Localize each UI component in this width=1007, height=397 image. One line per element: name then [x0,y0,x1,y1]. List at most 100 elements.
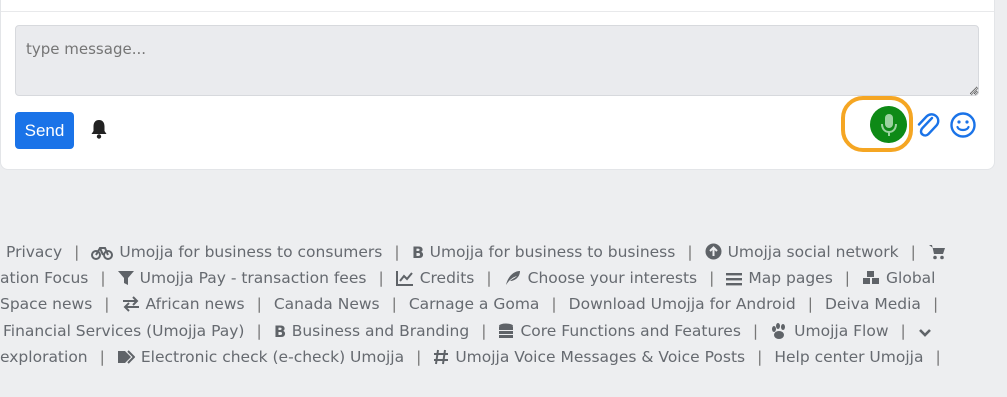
microphone-icon [880,113,897,136]
footer-link-label: Choose your interests [527,269,698,287]
chevron-down-icon [918,323,932,345]
separator: | [256,295,262,313]
footer-link[interactable]: Umojja social network [705,241,899,266]
footer-link[interactable]: exploration [0,346,88,368]
bell-icon[interactable] [89,118,109,140]
bicycle-icon [91,244,114,266]
separator: | [935,348,941,366]
footer-link-label: Global [886,269,936,287]
separator: | [481,322,487,340]
footer-link-label: Credits [419,269,475,287]
send-button[interactable]: Send [15,112,74,149]
footer-link[interactable]: Umojja Pay - transaction fees [117,267,367,292]
footer-link-label: Core Functions and Features [520,322,741,340]
separator: | [416,348,422,366]
bars-icon [726,270,743,292]
footer-link[interactable] [918,320,938,345]
footer-link-label: Download Umojja for Android [568,295,796,313]
footer-link[interactable]: Core Functions and Features [498,320,741,345]
footer-link-label: Umojja Voice Messages & Voice Posts [455,348,746,366]
coins-icon [498,323,514,345]
separator: | [394,243,400,261]
footer-link-label: Map pages [748,269,833,287]
separator: | [486,269,492,287]
footer-link[interactable] [928,241,952,266]
feather-icon [504,270,522,292]
microphone-button[interactable] [870,106,907,143]
footer-link-label: Space news [0,295,93,313]
exchange-icon [122,296,140,318]
separator: | [99,348,105,366]
separator: | [757,348,763,366]
resize-handle-icon[interactable] [969,86,979,96]
footer-link[interactable]: B Business and Branding [274,320,470,345]
tag-icon [117,349,136,371]
svg-text:B: B [412,244,424,260]
arrow-up-circle-icon [705,243,722,266]
message-input[interactable] [15,25,979,96]
footer-link-label: Umojja Pay - transaction fees [139,269,367,287]
footer-link-label: Financial Services (Umojja Pay) [3,322,245,340]
separator: | [378,269,384,287]
footer-link[interactable]: Carnage a Goma [409,293,540,315]
separator: | [932,295,939,313]
footer-link-label: Umojja social network [727,243,899,261]
footer-link[interactable]: Financial Services (Umojja Pay) [3,320,244,342]
separator: | [74,243,80,261]
separator: | [752,322,759,340]
footer-link-label: Umojja for business to business [429,243,676,261]
footer-link-label: exploration [0,348,88,366]
footer-link[interactable]: Umojja Flow [770,320,889,345]
footer-link-label: Help center Umojja [774,348,924,366]
message-composer-card: Send [0,0,995,170]
footer-link-label: Electronic check (e-check) Umojja [140,348,405,366]
footer-link[interactable]: Umojja for business to consumers [91,241,382,266]
footer-link-label: ation Focus [0,269,89,287]
footer-link-label: Business and Branding [291,322,470,340]
separator: | [709,269,715,287]
footer-link[interactable]: Electronic check (e-check) Umojja [117,346,404,371]
bold-b-icon: B [412,243,424,266]
separator: | [910,243,916,261]
divider [1,11,994,12]
emoji-icon[interactable] [949,111,977,139]
footer-link[interactable]: Help center Umojja [774,346,923,368]
footer-row: exploration | Electronic check (e-check) U… [0,346,953,368]
footer-link[interactable]: Download Umojja for Android [569,293,796,315]
footer-row: Financial Services (Umojja Pay) | B Busines… [3,320,938,342]
footer-link[interactable]: African news [122,293,245,318]
hashtag-icon [433,349,449,371]
footer-link[interactable]: Canada News [274,293,380,315]
separator: | [900,322,906,340]
footer-link-label: Canada News [273,295,380,313]
footer-link[interactable]: B Umojja for business to business [412,241,676,266]
cart-icon [928,244,946,266]
footer-link-label: Deiva Media [825,295,921,313]
cubes-icon [862,270,880,292]
paperclip-icon[interactable] [914,110,940,140]
footer-link-label: Umojja for business to consumers [119,243,383,261]
footer-link[interactable]: Choose your interests [504,267,697,292]
separator: | [551,295,557,313]
footer-link[interactable]: Map pages [726,267,833,292]
footer-link[interactable]: Space news [0,293,92,315]
footer-link[interactable]: Umojja Voice Messages & Voice Posts [433,346,745,371]
separator: | [687,243,693,261]
bold-b-icon: B [274,322,286,345]
footer-link-label: African news [145,295,245,313]
filter-icon [117,270,134,292]
footer-links: Privacy | Umojja for business to consumers… [0,236,1007,386]
footer-link[interactable]: ation Focus [0,267,88,289]
footer-link[interactable]: Global [862,267,935,292]
separator: | [104,295,110,313]
footer-row: Space news | African news | Canada News | Carn… [0,293,950,315]
chart-line-icon [395,270,414,292]
separator: | [391,295,397,313]
separator: | [844,269,851,287]
footer-link-label: Umojja Flow [794,322,889,340]
paw-icon [770,323,788,345]
footer-link[interactable]: Deiva Media [825,293,921,315]
footer-row: Privacy | Umojja for business to consumers… [6,241,952,263]
footer-link[interactable]: Credits [395,267,475,292]
footer-link[interactable]: Privacy [6,241,62,263]
